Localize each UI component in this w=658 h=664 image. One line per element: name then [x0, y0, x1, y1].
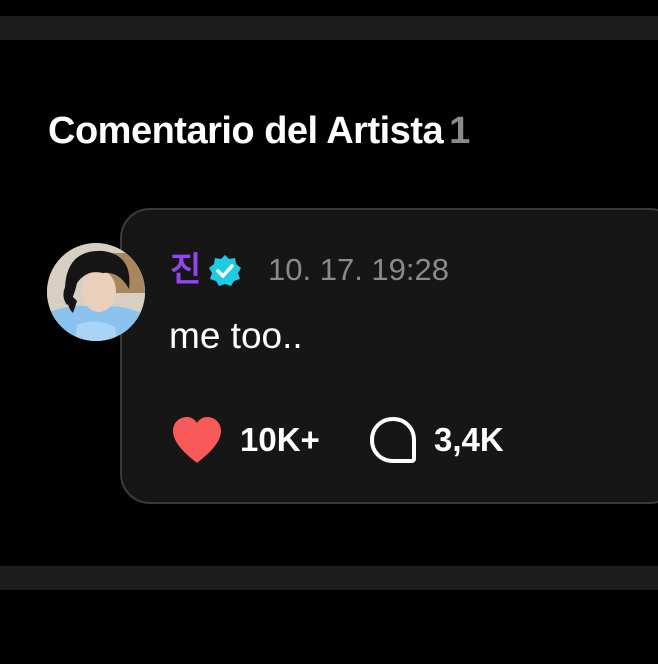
section-divider-bottom	[0, 566, 658, 590]
verified-badge-icon	[209, 255, 241, 286]
reply-count: 3,4K	[434, 421, 504, 458]
comment-count: 1	[449, 110, 470, 152]
section-divider-top	[0, 16, 658, 40]
speech-bubble-icon	[370, 417, 416, 463]
comment-timestamp: 10. 17. 19:28	[268, 252, 449, 287]
comment-author[interactable]: 진	[170, 250, 201, 290]
section-title-label: Comentario del Artista	[48, 110, 444, 152]
reply-button[interactable]: 3,4K	[368, 414, 504, 466]
section-title: Comentario del Artista 1	[48, 110, 470, 153]
like-button[interactable]: 10K+	[170, 414, 320, 466]
heart-icon	[173, 417, 221, 463]
like-count: 10K+	[240, 421, 320, 458]
avatar[interactable]	[47, 243, 145, 341]
comment-text: me too..	[169, 315, 303, 356]
avatar-image	[47, 243, 145, 341]
